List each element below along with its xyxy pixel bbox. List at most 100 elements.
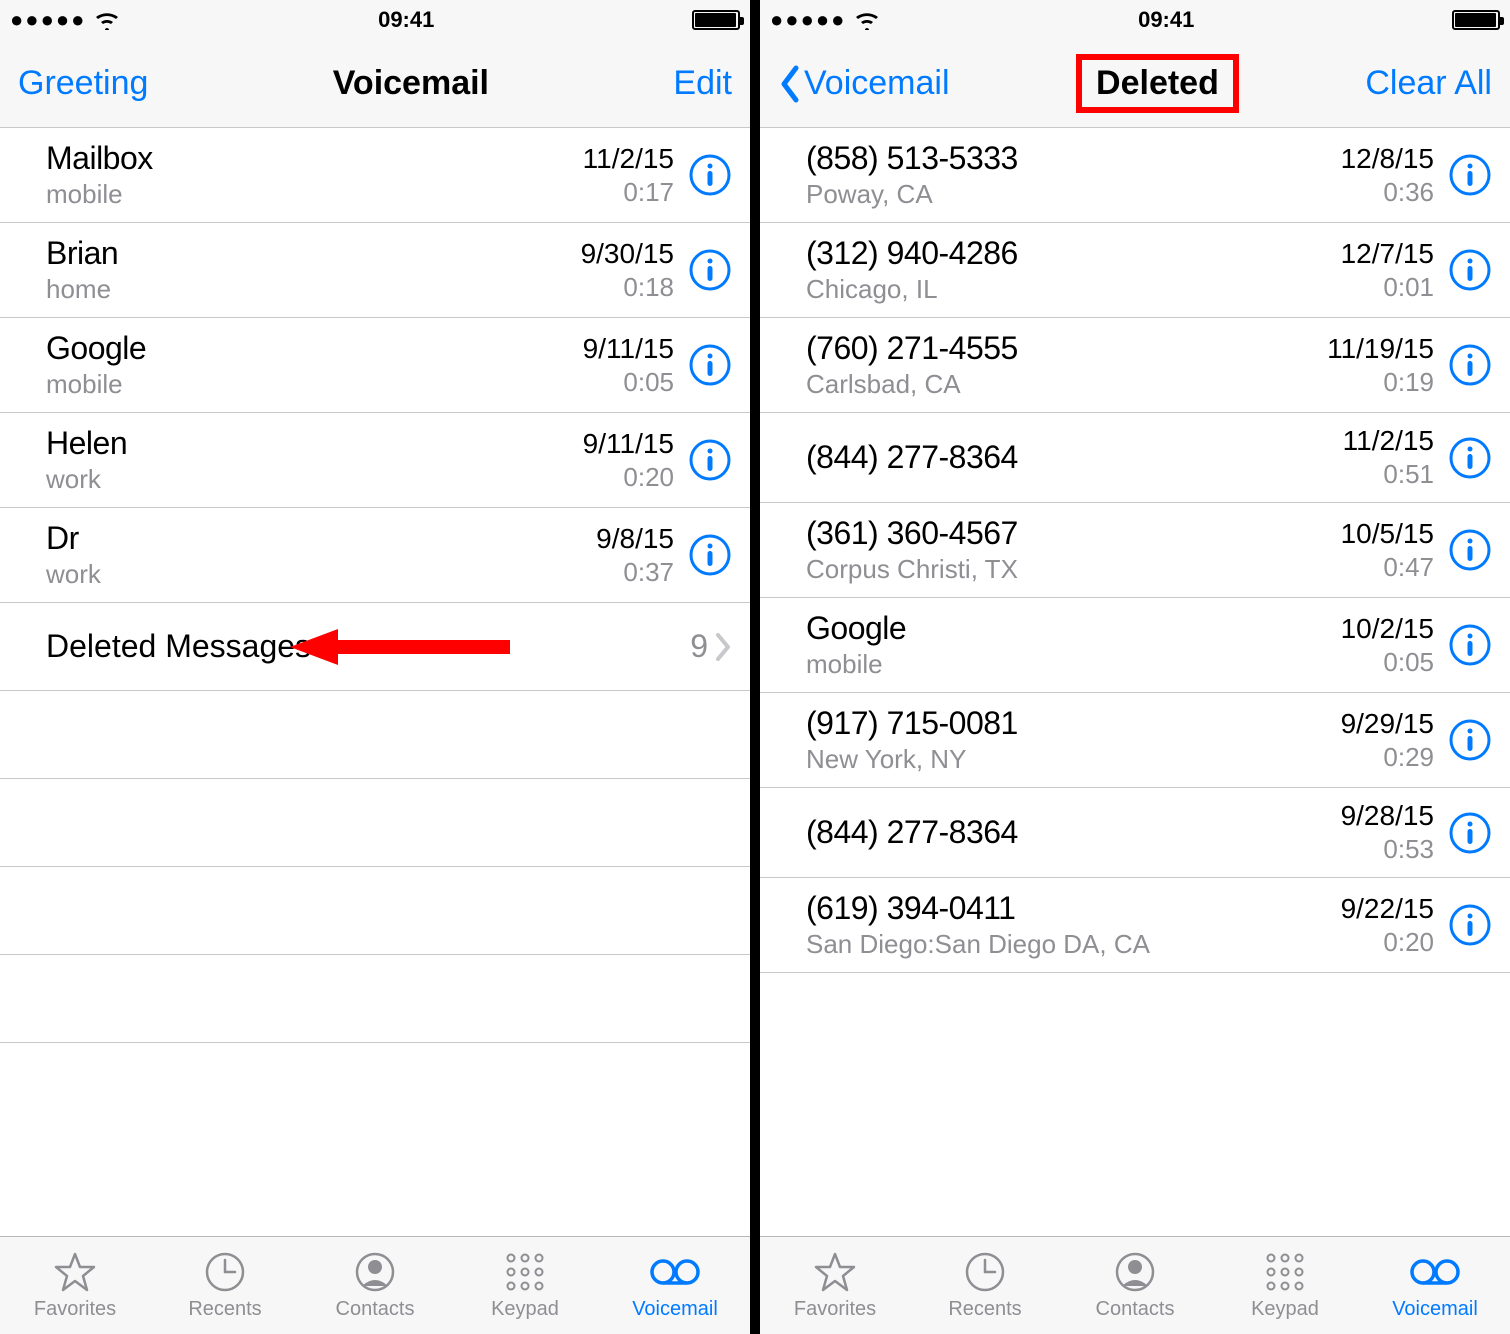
- caller-sublabel: New York, NY: [806, 744, 1341, 775]
- info-button[interactable]: [1448, 153, 1492, 197]
- voicemail-row[interactable]: (844) 277-83649/28/150:53: [760, 788, 1510, 878]
- info-button[interactable]: [1448, 436, 1492, 480]
- voicemail-row[interactable]: (858) 513-5333Poway, CA12/8/150:36: [760, 128, 1510, 223]
- info-button[interactable]: [1448, 528, 1492, 572]
- voicemail-row[interactable]: Mailboxmobile11/2/150:17: [0, 128, 750, 223]
- voicemail-row[interactable]: (361) 360-4567Corpus Christi, TX10/5/150…: [760, 503, 1510, 598]
- voicemail-row[interactable]: Googlemobile10/2/150:05: [760, 598, 1510, 693]
- chevron-right-icon: [716, 633, 732, 661]
- voicemail-row[interactable]: Helenwork9/11/150:20: [0, 413, 750, 508]
- voicemail-duration: 0:20: [583, 462, 674, 493]
- voicemail-date: 9/30/15: [581, 238, 674, 270]
- info-button[interactable]: [1448, 623, 1492, 667]
- deleted-messages-label: Deleted Messages: [46, 628, 311, 665]
- voicemail-row[interactable]: Brianhome9/30/150:18: [0, 223, 750, 318]
- info-button[interactable]: [688, 343, 732, 387]
- caller-name: Google: [46, 330, 583, 367]
- caller-name: Helen: [46, 425, 583, 462]
- edit-button[interactable]: Edit: [673, 64, 732, 103]
- tab-favorites[interactable]: Favorites: [0, 1237, 150, 1334]
- voicemail-duration: 0:20: [1341, 927, 1434, 958]
- voicemail-duration: 0:19: [1327, 367, 1434, 398]
- tab-favorites[interactable]: Favorites: [760, 1237, 910, 1334]
- deleted-messages-row[interactable]: Deleted Messages9: [0, 603, 750, 691]
- voicemail-row[interactable]: Drwork9/8/150:37: [0, 508, 750, 603]
- info-button[interactable]: [688, 248, 732, 292]
- voicemail-date: 9/8/15: [596, 523, 674, 555]
- voicemail-icon: [1408, 1250, 1462, 1294]
- tab-label: Voicemail: [632, 1298, 718, 1321]
- tab-contacts[interactable]: Contacts: [300, 1237, 450, 1334]
- caller-sublabel: mobile: [46, 179, 583, 210]
- voicemail-date: 11/2/15: [1343, 425, 1434, 457]
- nav-bar: Voicemail Deleted Clear All: [760, 40, 1510, 128]
- tab-label: Favorites: [794, 1298, 876, 1321]
- tab-bar: FavoritesRecents Contacts Keypad Voicemail: [0, 1236, 750, 1334]
- battery-icon: [1452, 10, 1500, 30]
- tab-label: Contacts: [336, 1298, 415, 1321]
- voicemail-date: 12/8/15: [1341, 143, 1434, 175]
- tab-label: Keypad: [1251, 1298, 1319, 1321]
- tab-bar: Favorites Recents Contacts Keypad Voicemail: [760, 1236, 1510, 1334]
- voicemail-date: 11/19/15: [1327, 333, 1434, 365]
- caller-sublabel: home: [46, 274, 581, 305]
- info-button[interactable]: [688, 153, 732, 197]
- tab-recents[interactable]: Recents: [150, 1237, 300, 1334]
- keypad-icon: [503, 1250, 547, 1294]
- tab-keypad[interactable]: Keypad: [450, 1237, 600, 1334]
- tab-voicemail[interactable]: Voicemail: [600, 1237, 750, 1334]
- voicemail-row[interactable]: (619) 394-0411San Diego:San Diego DA, CA…: [760, 878, 1510, 973]
- back-button[interactable]: Voicemail: [778, 64, 950, 104]
- caller-name: Dr: [46, 520, 596, 557]
- tab-label: Contacts: [1096, 1298, 1175, 1321]
- greeting-button[interactable]: Greeting: [18, 64, 148, 103]
- empty-row: [0, 867, 750, 955]
- voicemail-duration: 0:51: [1343, 459, 1434, 490]
- info-button[interactable]: [1448, 811, 1492, 855]
- voicemail-row[interactable]: Googlemobile9/11/150:05: [0, 318, 750, 413]
- voicemail-duration: 0:18: [581, 272, 674, 303]
- phone-voicemail-list: ●●●●● 09:41 Greeting Voicemail Edit Mail…: [0, 0, 750, 1334]
- voicemail-duration: 0:29: [1341, 742, 1434, 773]
- voicemail-row[interactable]: (312) 940-4286Chicago, IL12/7/150:01: [760, 223, 1510, 318]
- empty-row: [0, 779, 750, 867]
- voicemail-date: 9/28/15: [1341, 800, 1434, 832]
- caller-sublabel: San Diego:San Diego DA, CA: [806, 929, 1341, 960]
- caller-name: Brian: [46, 235, 581, 272]
- info-button[interactable]: [688, 533, 732, 577]
- tab-voicemail[interactable]: Voicemail: [1360, 1237, 1510, 1334]
- annotation-arrow: [290, 623, 510, 671]
- voicemail-duration: 0:36: [1341, 177, 1434, 208]
- phone-deleted-list: ●●●●● 09:41 Voicemail Deleted Clear All …: [760, 0, 1510, 1334]
- clear-all-button[interactable]: Clear All: [1365, 64, 1492, 103]
- info-button[interactable]: [1448, 718, 1492, 762]
- voicemail-row[interactable]: (917) 715-0081New York, NY9/29/150:29: [760, 693, 1510, 788]
- info-button[interactable]: [1448, 903, 1492, 947]
- tab-keypad[interactable]: Keypad: [1210, 1237, 1360, 1334]
- caller-sublabel: mobile: [46, 369, 583, 400]
- tab-label: Voicemail: [1392, 1298, 1478, 1321]
- info-button[interactable]: [1448, 343, 1492, 387]
- star-icon: [53, 1250, 97, 1294]
- caller-sublabel: work: [46, 559, 596, 590]
- status-bar: ●●●●● 09:41: [760, 0, 1510, 40]
- caller-sublabel: Corpus Christi, TX: [806, 554, 1341, 585]
- voicemail-date: 12/7/15: [1341, 238, 1434, 270]
- tab-recents[interactable]: Recents: [910, 1237, 1060, 1334]
- voicemail-date: 9/22/15: [1341, 893, 1434, 925]
- tab-contacts[interactable]: Contacts: [1060, 1237, 1210, 1334]
- voicemail-row[interactable]: (844) 277-836411/2/150:51: [760, 413, 1510, 503]
- tab-label: Recents: [948, 1298, 1021, 1321]
- nav-bar: Greeting Voicemail Edit: [0, 40, 750, 128]
- voicemail-row[interactable]: (760) 271-4555Carlsbad, CA11/19/150:19: [760, 318, 1510, 413]
- info-button[interactable]: [688, 438, 732, 482]
- voicemail-duration: 0:01: [1341, 272, 1434, 303]
- caller-name: (917) 715-0081: [806, 705, 1341, 742]
- info-button[interactable]: [1448, 248, 1492, 292]
- signal-icon: ●●●●●: [770, 7, 880, 33]
- deleted-list: (858) 513-5333Poway, CA12/8/150:36(312) …: [760, 128, 1510, 1236]
- caller-sublabel: Carlsbad, CA: [806, 369, 1327, 400]
- caller-name: (361) 360-4567: [806, 515, 1341, 552]
- voicemail-date: 11/2/15: [583, 143, 674, 175]
- clock-icon: [203, 1250, 247, 1294]
